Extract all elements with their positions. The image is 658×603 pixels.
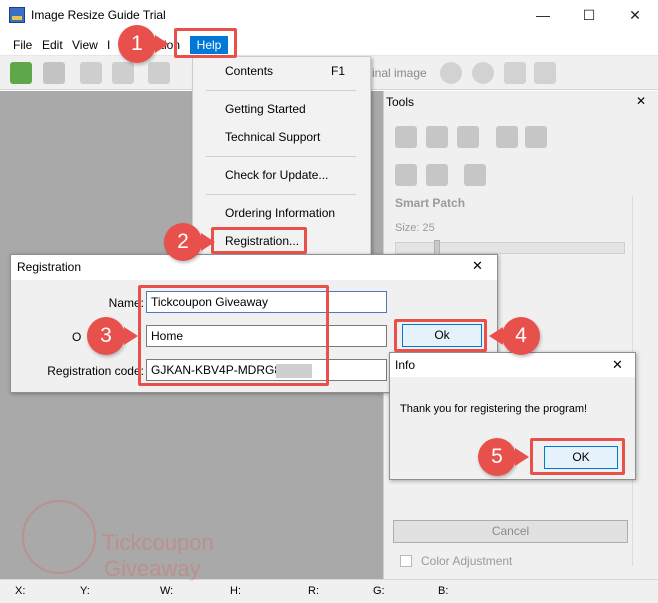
step-arrow-3 bbox=[124, 327, 138, 345]
status-bar bbox=[0, 579, 658, 603]
forward-arrow-icon[interactable] bbox=[112, 62, 134, 84]
watermark-logo bbox=[22, 500, 96, 574]
maximize-button[interactable]: ☐ bbox=[566, 0, 612, 31]
step-arrow-2 bbox=[201, 233, 215, 251]
flip-horizontal-icon[interactable] bbox=[534, 62, 556, 84]
registration-title-bar bbox=[11, 255, 497, 280]
tools-title: Tools bbox=[386, 95, 415, 109]
resize-icon[interactable] bbox=[395, 126, 417, 148]
open-icon[interactable] bbox=[10, 62, 32, 84]
help-getting-started[interactable]: Getting Started bbox=[225, 102, 306, 116]
menu-separator bbox=[206, 156, 356, 157]
registration-close-button[interactable]: ✕ bbox=[472, 258, 483, 274]
status-w: W: bbox=[160, 585, 174, 597]
highlight-ok bbox=[394, 319, 487, 352]
watermark-text-2: Giveaway bbox=[104, 556, 201, 581]
size-slider[interactable] bbox=[395, 242, 625, 254]
registration-title: Registration bbox=[17, 260, 82, 274]
undo-tool-icon[interactable] bbox=[457, 126, 479, 148]
cancel-button[interactable]: Cancel bbox=[393, 520, 628, 543]
toolbar-label: inal image bbox=[372, 66, 427, 80]
step-arrow-1 bbox=[155, 35, 169, 53]
organization-label: O bbox=[72, 330, 82, 344]
color-adjustment-checkbox[interactable] bbox=[400, 555, 412, 567]
grid-icon[interactable] bbox=[426, 126, 448, 148]
status-r: R: bbox=[308, 585, 319, 597]
window-title: Image Resize Guide Trial bbox=[31, 8, 166, 22]
patch-tool-icon[interactable] bbox=[395, 164, 417, 186]
menu-separator bbox=[206, 194, 356, 195]
help-contents[interactable]: Contents bbox=[225, 64, 273, 78]
color-adjustment-label: Color Adjustment bbox=[421, 554, 513, 568]
status-x: X: bbox=[15, 585, 26, 597]
highlight-registration bbox=[211, 227, 307, 254]
step-badge-5: 5 bbox=[478, 438, 516, 476]
rotate-left-icon[interactable] bbox=[440, 62, 462, 84]
stamp-tool-icon[interactable] bbox=[426, 164, 448, 186]
menu-separator bbox=[206, 90, 356, 91]
highlight-info-ok bbox=[530, 438, 625, 475]
menu-edit[interactable]: Edit bbox=[42, 38, 63, 52]
flip-vertical-icon[interactable] bbox=[504, 62, 526, 84]
menu-file[interactable]: File bbox=[13, 38, 32, 52]
minimize-button[interactable]: — bbox=[520, 0, 566, 31]
undo-icon[interactable] bbox=[148, 62, 170, 84]
info-title: Info bbox=[395, 358, 416, 372]
app-icon bbox=[9, 7, 25, 23]
save-icon[interactable] bbox=[43, 62, 65, 84]
text-icon[interactable] bbox=[496, 126, 518, 148]
info-title-bar bbox=[390, 353, 635, 377]
step-badge-2: 2 bbox=[164, 223, 202, 261]
menu-bar bbox=[0, 31, 658, 56]
registration-code-label: Registration code: bbox=[47, 364, 144, 378]
back-arrow-icon[interactable] bbox=[80, 62, 102, 84]
step-badge-3: 3 bbox=[87, 317, 125, 355]
menu-image[interactable]: I bbox=[107, 38, 110, 52]
step-badge-1: 1 bbox=[118, 25, 156, 63]
watermark-text-1: Tickcoupon bbox=[102, 530, 214, 555]
tools-close-button[interactable]: ✕ bbox=[636, 94, 646, 108]
step-badge-4: 4 bbox=[502, 317, 540, 355]
help-ordering-information[interactable]: Ordering Information bbox=[225, 206, 335, 220]
status-g: G: bbox=[373, 585, 385, 597]
smart-patch-label: Smart Patch bbox=[395, 196, 466, 210]
close-button[interactable]: ✕ bbox=[612, 0, 658, 31]
status-b: B: bbox=[438, 585, 449, 597]
highlight-help bbox=[174, 28, 237, 58]
rotate-right-icon[interactable] bbox=[472, 62, 494, 84]
step-arrow-4 bbox=[489, 327, 503, 345]
name-label: Name: bbox=[108, 296, 144, 310]
help-check-updates[interactable]: Check for Update... bbox=[225, 168, 328, 182]
info-message: Thank you for registering the program! bbox=[400, 403, 588, 415]
size-label: Size: 25 bbox=[395, 222, 435, 234]
erase-tool-icon[interactable] bbox=[464, 164, 486, 186]
status-y: Y: bbox=[80, 585, 90, 597]
step-arrow-5 bbox=[515, 448, 529, 466]
highlight-fields bbox=[138, 285, 329, 386]
wrench-icon[interactable] bbox=[525, 126, 547, 148]
help-technical-support[interactable]: Technical Support bbox=[225, 130, 320, 144]
menu-view[interactable]: View bbox=[72, 38, 98, 52]
help-contents-shortcut: F1 bbox=[331, 64, 346, 78]
status-h: H: bbox=[230, 585, 241, 597]
info-close-button[interactable]: ✕ bbox=[612, 357, 623, 373]
